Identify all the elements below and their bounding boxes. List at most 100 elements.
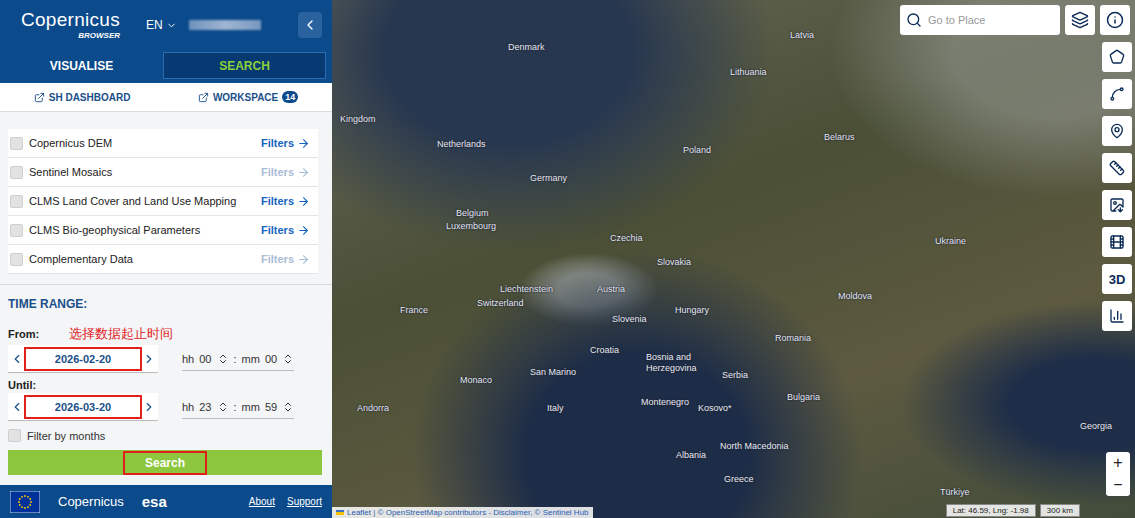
date-input[interactable]: 2026-02-20 <box>8 345 158 373</box>
footer-link[interactable]: About <box>249 496 275 507</box>
map-label: Czechia <box>610 233 643 243</box>
spinner-icon[interactable] <box>217 353 229 365</box>
tool-button[interactable] <box>1102 42 1132 72</box>
map-label: Germany <box>530 173 567 183</box>
logo[interactable]: CopernicusBROWSER <box>10 10 120 40</box>
flag-icon <box>336 510 344 515</box>
footer-link[interactable]: Support <box>287 496 322 507</box>
tabs: VISUALISESEARCH <box>0 50 332 83</box>
filter-by-months[interactable]: Filter by months <box>8 429 322 442</box>
map-label: Netherlands <box>437 139 486 149</box>
map-label: Belgium <box>456 208 489 218</box>
place-search[interactable]: Go to Place <box>900 5 1060 35</box>
header: CopernicusBROWSER EN <box>0 0 332 50</box>
map-label: Romania <box>775 333 811 343</box>
checkbox[interactable] <box>10 224 23 237</box>
time-input[interactable]: hh00:mm00 <box>182 347 294 371</box>
filters-link[interactable]: Filters <box>261 195 310 208</box>
prev-day-icon[interactable] <box>10 352 24 366</box>
tab[interactable]: VISUALISE <box>0 52 163 79</box>
zoom-control: +− <box>1106 452 1130 496</box>
next-day-icon[interactable] <box>142 352 156 366</box>
scale-bar: 300 km <box>1040 504 1080 517</box>
map-label: Türkiye <box>940 487 970 497</box>
map[interactable]: DenmarkLatviaLithuaniaKingdomNetherlands… <box>332 0 1135 518</box>
filters-link[interactable]: Filters <box>261 166 310 179</box>
map-label: Luxembourg <box>446 221 496 231</box>
prev-day-icon[interactable] <box>10 400 24 414</box>
date-time-row: 2026-02-20 hh00:mm00 <box>8 345 322 373</box>
spinner-icon[interactable] <box>282 353 294 365</box>
map-label: Georgia <box>1080 421 1112 431</box>
arrow-right-icon <box>297 195 310 208</box>
map-label: Ukraine <box>935 236 966 246</box>
map-label: Austria <box>597 284 625 294</box>
external-link[interactable]: WORKSPACE14 <box>198 91 298 103</box>
chart-button[interactable] <box>1102 301 1132 331</box>
external-link[interactable]: SH DASHBOARD <box>34 92 131 103</box>
next-day-icon[interactable] <box>142 400 156 414</box>
collection-row[interactable]: Copernicus DEMFilters <box>8 129 318 158</box>
collection-row[interactable]: Sentinel MosaicsFilters <box>8 158 318 187</box>
filters-link[interactable]: Filters <box>261 137 310 150</box>
tool-button[interactable] <box>1102 79 1132 109</box>
search-button[interactable]: Search <box>8 450 322 475</box>
collapse-button[interactable] <box>298 12 322 38</box>
zoom-out-button[interactable]: − <box>1106 474 1130 496</box>
map-label: Latvia <box>790 30 814 40</box>
layers-button[interactable] <box>1065 5 1095 35</box>
footer: CopernicusesaAboutSupport <box>0 485 332 518</box>
collection-row[interactable]: Complementary DataFilters <box>8 245 318 274</box>
annotation-note: 选择数据起止时间 <box>69 325 173 343</box>
checkbox[interactable] <box>10 253 23 266</box>
checkbox[interactable] <box>8 429 21 442</box>
esa-logo: esa <box>142 493 167 510</box>
map-status: Lat: 46.59, Lng: -1.98 300 km <box>946 504 1080 517</box>
checkbox[interactable] <box>10 166 23 179</box>
tool-button[interactable] <box>1102 153 1132 183</box>
filters-link[interactable]: Filters <box>261 224 310 237</box>
user-name[interactable] <box>189 20 261 30</box>
3d-button[interactable]: 3D <box>1102 264 1132 294</box>
info-icon <box>1106 11 1124 29</box>
map-label: Greece <box>724 474 754 484</box>
ruler-icon <box>1109 160 1125 176</box>
map-label: Montenegro <box>641 397 689 407</box>
search-icon <box>906 12 922 28</box>
map-label: Kosovo* <box>698 403 732 413</box>
spinner-icon[interactable] <box>217 401 229 413</box>
map-label: Hungary <box>675 305 709 315</box>
links-row: SH DASHBOARD WORKSPACE14 <box>0 83 332 112</box>
filters-link[interactable]: Filters <box>261 253 310 266</box>
line-icon <box>1109 86 1125 102</box>
map-label: Belarus <box>824 132 855 142</box>
map-label: Kingdom <box>340 114 376 124</box>
map-label: Slovakia <box>657 257 691 267</box>
date-input[interactable]: 2026-03-20 <box>8 393 158 421</box>
map-label: Bulgaria <box>787 392 820 402</box>
collection-row[interactable]: CLMS Land Cover and Land Use MappingFilt… <box>8 187 318 216</box>
map-label: Bosnia and Herzegovina <box>646 352 716 374</box>
map-label: Monaco <box>460 375 492 385</box>
language-select[interactable]: EN <box>146 18 177 32</box>
checkbox[interactable] <box>10 137 23 150</box>
checkbox[interactable] <box>10 195 23 208</box>
map-label: Croatia <box>590 345 619 355</box>
coordinates: Lat: 46.59, Lng: -1.98 <box>946 504 1036 517</box>
info-button[interactable] <box>1100 5 1130 35</box>
map-label: Andorra <box>357 403 389 413</box>
map-label: Denmark <box>508 42 545 52</box>
arrow-right-icon <box>297 137 310 150</box>
attribution: Leaflet | © OpenStreetMap contributors -… <box>332 507 593 518</box>
tool-button[interactable] <box>1102 116 1132 146</box>
time-input[interactable]: hh23:mm59 <box>182 395 294 419</box>
app: CopernicusBROWSERENVISUALISESEARCHSH DAS… <box>0 0 1135 518</box>
tab[interactable]: SEARCH <box>163 52 326 79</box>
zoom-in-button[interactable]: + <box>1106 452 1130 474</box>
map-label: San Marino <box>530 367 576 377</box>
tool-button[interactable] <box>1102 227 1132 257</box>
tool-button[interactable] <box>1102 190 1132 220</box>
polygon-icon <box>1109 49 1125 65</box>
collection-row[interactable]: CLMS Bio-geophysical ParametersFilters <box>8 216 318 245</box>
spinner-icon[interactable] <box>282 401 294 413</box>
